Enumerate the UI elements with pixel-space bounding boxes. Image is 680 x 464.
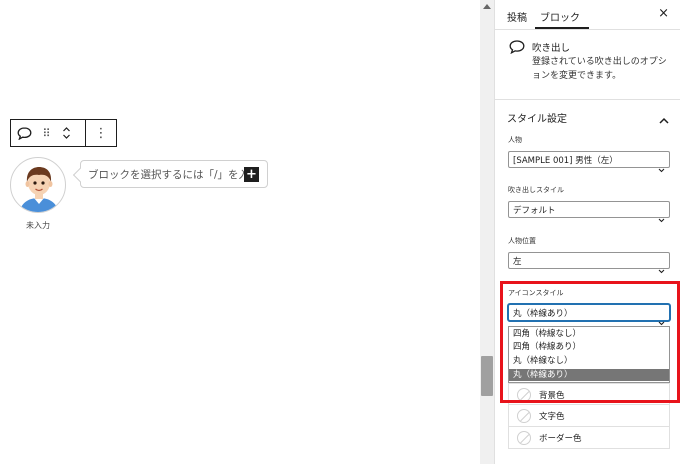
block-inserter-button[interactable]: + <box>244 167 259 182</box>
person-position-select[interactable]: 左 <box>508 252 670 274</box>
balloon-style-select[interactable]: デフォルト <box>508 201 670 223</box>
person-label: 人物 <box>508 136 522 144</box>
chevron-up-icon <box>659 109 669 128</box>
block-card: 吹き出し 登録されている吹き出しのオプションを変更できます。 <box>495 30 680 100</box>
icon-style-dropdown: 四角（枠線なし） 四角（枠線あり） 丸（枠線なし） 丸（枠線あり） <box>508 326 670 383</box>
balloon-style-select-value: デフォルト <box>513 206 556 216</box>
person-icon <box>19 167 59 212</box>
avatar-name: 未入力 <box>26 221 50 230</box>
color-label: 文字色 <box>539 412 565 422</box>
color-setting-text[interactable]: 文字色 <box>508 405 670 427</box>
sidebar-tabs: 投稿 ブロック × <box>495 0 680 30</box>
style-settings-panel-toggle[interactable]: スタイル設定 <box>495 100 680 130</box>
dropdown-option[interactable]: 四角（枠線なし） <box>509 328 669 340</box>
settings-sidebar: 投稿 ブロック × 吹き出し 登録されている吹き出しのオプションを変更できます。… <box>494 0 680 464</box>
block-toolbar: ⠿ ⋮ <box>10 119 117 147</box>
block-card-title: 吹き出し <box>532 43 571 54</box>
chevron-down-icon <box>658 158 665 177</box>
avatar[interactable] <box>10 157 66 213</box>
speech-bubble-icon <box>509 39 525 58</box>
dropdown-option[interactable]: 丸（枠線なし） <box>509 355 669 367</box>
chevron-down-icon <box>658 208 665 227</box>
balloon-style-label: 吹き出しスタイル <box>508 186 564 194</box>
color-swatch-icon <box>517 409 531 423</box>
speech-balloon[interactable]: ブロックを選択するには「/」を入力 + <box>80 160 268 188</box>
tab-block[interactable]: ブロック <box>540 9 580 24</box>
scrollbar[interactable] <box>480 0 494 464</box>
color-setting-background[interactable]: 背景色 <box>508 383 670 405</box>
speech-bubble-icon[interactable] <box>11 120 37 146</box>
icon-style-select-value: 丸（枠線あり） <box>513 309 573 319</box>
more-options-icon[interactable]: ⋮ <box>86 120 116 146</box>
active-tab-indicator <box>535 27 589 29</box>
person-select[interactable]: [SAMPLE 001] 男性（左） <box>508 151 670 173</box>
block-card-description: 登録されている吹き出しのオプションを変更できます。 <box>532 57 667 81</box>
dropdown-option-selected[interactable]: 丸（枠線あり） <box>509 369 669 381</box>
color-setting-border[interactable]: ボーダー色 <box>508 427 670 449</box>
person-select-value: [SAMPLE 001] 男性（左） <box>513 156 618 166</box>
panel-title: スタイル設定 <box>507 114 567 125</box>
color-swatch-icon <box>517 431 531 445</box>
color-label: 背景色 <box>539 391 565 401</box>
icon-style-label: アイコンスタイル <box>508 289 564 297</box>
drag-handle-icon[interactable]: ⠿ <box>37 120 55 146</box>
person-position-select-value: 左 <box>513 257 522 267</box>
chevron-down-icon <box>658 259 665 278</box>
person-position-label: 人物位置 <box>508 237 536 245</box>
tab-post[interactable]: 投稿 <box>507 9 527 24</box>
close-icon[interactable]: × <box>658 6 669 21</box>
editor-canvas[interactable]: ⠿ ⋮ 未入力 ブロックを選択するには「/」を入力 + <box>0 0 480 464</box>
icon-style-select[interactable]: 丸（枠線あり） <box>508 304 670 326</box>
balloon-placeholder[interactable]: ブロックを選択するには「/」を入力 <box>88 167 250 182</box>
move-up-down-icon[interactable] <box>55 120 77 146</box>
color-swatch-icon <box>517 388 531 402</box>
color-label: ボーダー色 <box>539 434 582 444</box>
scroll-up-arrow-icon[interactable] <box>483 4 491 9</box>
dropdown-option[interactable]: 四角（枠線あり） <box>509 341 669 353</box>
scroll-thumb[interactable] <box>481 356 493 396</box>
